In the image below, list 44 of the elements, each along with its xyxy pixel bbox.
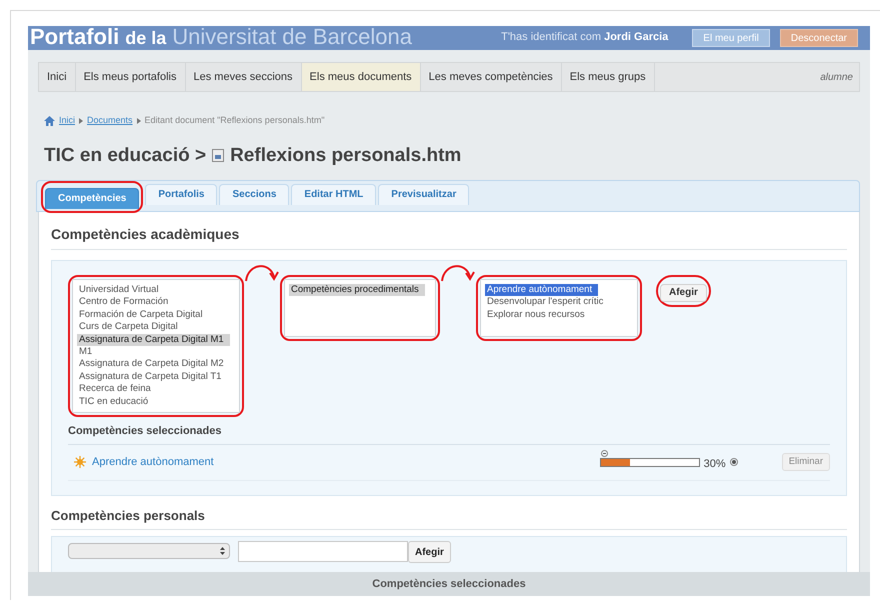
- list-box[interactable]: Aprendre autònomament Desenvolupar l'esperit crític Explorar nous recursos: [480, 279, 638, 337]
- user-role: alumne: [820, 70, 854, 84]
- nav-item[interactable]: Els meus documents: [302, 63, 421, 91]
- list-option[interactable]: Curs de Carpeta Digital: [77, 321, 184, 334]
- add-button[interactable]: Afegir: [408, 541, 451, 563]
- plus-icon[interactable]: [730, 458, 738, 466]
- section-heading: Competències personals: [51, 496, 847, 530]
- home-icon: [44, 116, 55, 126]
- progress-reading: 30%: [704, 456, 726, 472]
- minus-icon[interactable]: [600, 450, 608, 456]
- breadcrumb-current: Editant document "Reflexions personals.htm": [144, 114, 325, 127]
- list-option[interactable]: TIC en educació: [77, 396, 154, 408]
- section-heading: Competències acadèmiques: [51, 212, 847, 250]
- tab[interactable]: Portafolis: [145, 184, 218, 204]
- list-option[interactable]: Universidad Virtual: [77, 284, 165, 296]
- competence-link[interactable]: Aprendre autònomament: [92, 454, 214, 470]
- page-context: TIC en educació >: [44, 144, 206, 168]
- list-option[interactable]: Formación de Carpeta Digital: [77, 308, 209, 322]
- list-option[interactable]: Recerca de feina: [77, 383, 157, 396]
- list-option[interactable]: Explorar nous recursos: [485, 308, 591, 322]
- updown-icon: [220, 547, 225, 555]
- breadcrumb-separator-icon: [136, 118, 141, 124]
- list-option[interactable]: Assignatura de Carpeta Digital M1: [77, 334, 230, 346]
- list-option[interactable]: Competències procedimentals: [289, 284, 425, 296]
- list-option[interactable]: Assignatura de Carpeta Digital T1: [77, 370, 228, 384]
- breadcrumb-separator-icon: [79, 118, 84, 124]
- list-option[interactable]: Assignatura de Carpeta Digital M2: [77, 358, 230, 371]
- tab[interactable]: Editar HTML: [291, 184, 376, 204]
- list-option[interactable]: M1: [77, 346, 98, 358]
- footer-title: Competències seleccionades: [372, 576, 526, 592]
- list-option[interactable]: Desenvolupar l'esperit crític: [485, 296, 610, 309]
- tab[interactable]: Seccions: [219, 184, 290, 204]
- input-field[interactable]: [238, 541, 408, 562]
- subsection-heading: Competències seleccionades: [68, 423, 830, 444]
- document-icon: [212, 149, 224, 162]
- list-option[interactable]: Aprendre autònomament: [485, 284, 598, 296]
- add-button[interactable]: Afegir: [660, 284, 707, 302]
- page-title: Reflexions personals.htm: [230, 144, 462, 168]
- site-title: Portafoli de la Universitat de Barcelona: [30, 26, 412, 50]
- sun-icon: [74, 456, 86, 468]
- list-option[interactable]: Centro de Formación: [77, 296, 174, 309]
- tab[interactable]: Previsualitzar: [378, 184, 470, 204]
- user-greeting: T'has identificat com Jordi Garcia: [501, 30, 668, 44]
- list-box[interactable]: Competències procedimentals: [284, 279, 436, 337]
